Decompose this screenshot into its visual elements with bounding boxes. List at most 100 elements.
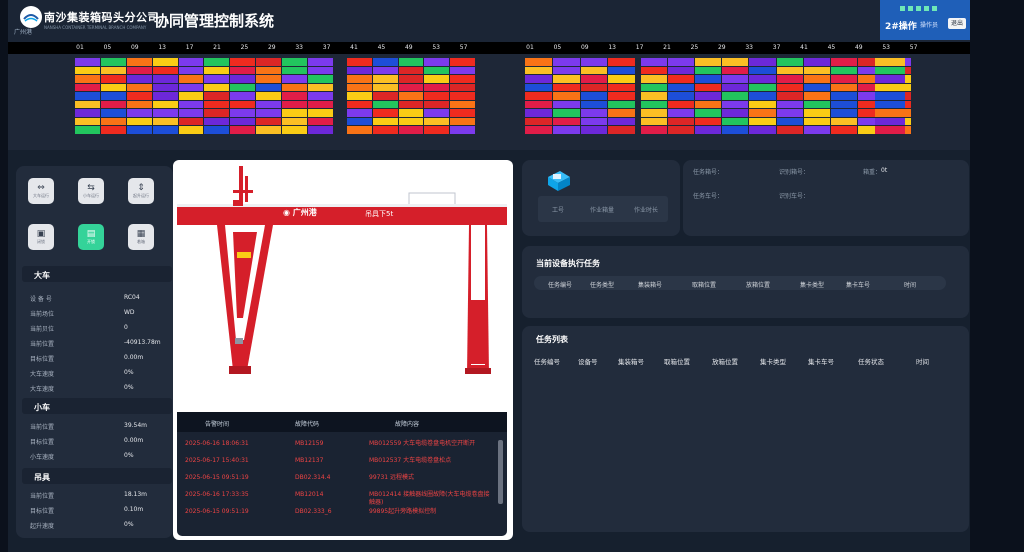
- yard-slot[interactable]: [372, 109, 398, 117]
- yard-slot[interactable]: [695, 117, 722, 126]
- yard-slot[interactable]: [347, 58, 372, 66]
- yard-slot[interactable]: [722, 75, 749, 83]
- yard-slot[interactable]: [178, 109, 204, 117]
- yard-slot[interactable]: [776, 109, 803, 117]
- yard-slot[interactable]: [641, 117, 668, 126]
- yard-slot[interactable]: [722, 92, 749, 100]
- logout-button[interactable]: 退出: [948, 18, 966, 29]
- yard-slot[interactable]: [204, 126, 230, 134]
- yard-slot[interactable]: [776, 126, 803, 134]
- yard-slot[interactable]: [875, 58, 905, 66]
- yard-slot[interactable]: [75, 83, 100, 92]
- yard-block-4[interactable]: [641, 58, 911, 134]
- yard-slot[interactable]: [749, 100, 776, 109]
- yard-slot[interactable]: [749, 66, 776, 75]
- yard-slot[interactable]: [256, 117, 282, 126]
- yard-slot[interactable]: [525, 109, 552, 117]
- yard-slot[interactable]: [126, 75, 152, 83]
- yard-slot[interactable]: [875, 92, 905, 100]
- yard-slot[interactable]: [372, 75, 398, 83]
- alarm-row[interactable]: 2025-06-15 09:51:19 DB02.314.4 99731 远程模式: [177, 474, 495, 490]
- yard-slot[interactable]: [308, 58, 333, 66]
- yard-slot[interactable]: [749, 126, 776, 134]
- yard-slot[interactable]: [424, 109, 450, 117]
- yard-slot[interactable]: [398, 126, 424, 134]
- yard-slot[interactable]: [668, 117, 695, 126]
- yard-slot[interactable]: [398, 75, 424, 83]
- yard-slot[interactable]: [204, 117, 230, 126]
- yard-slot[interactable]: [450, 58, 475, 66]
- yard-slot[interactable]: [695, 58, 722, 66]
- yard-slot[interactable]: [126, 83, 152, 92]
- yard-slot[interactable]: [875, 66, 905, 75]
- yard-slot[interactable]: [668, 58, 695, 66]
- yard-slot[interactable]: [776, 100, 803, 109]
- yard-slot[interactable]: [372, 83, 398, 92]
- yard-slot[interactable]: [830, 66, 857, 75]
- yard-slot[interactable]: [100, 100, 126, 109]
- yard-slot[interactable]: [580, 126, 608, 134]
- alarm-row[interactable]: 2025-06-17 15:40:31 MB12137 MB012537 大车电缆卷…: [177, 457, 495, 473]
- yard-slot[interactable]: [641, 83, 668, 92]
- yard-slot[interactable]: [552, 58, 580, 66]
- yard-slot[interactable]: [75, 92, 100, 100]
- yard-slot[interactable]: [230, 117, 256, 126]
- yard-slot[interactable]: [608, 109, 635, 117]
- yard-slot[interactable]: [152, 75, 178, 83]
- yard-slot[interactable]: [722, 66, 749, 75]
- yard-slot[interactable]: [552, 126, 580, 134]
- unlock-button[interactable]: ▤ 开锁: [78, 224, 104, 250]
- yard-slot[interactable]: [100, 66, 126, 75]
- yard-slot[interactable]: [126, 92, 152, 100]
- yard-slot[interactable]: [580, 100, 608, 109]
- yard-slot[interactable]: [424, 100, 450, 109]
- yard-slot[interactable]: [776, 75, 803, 83]
- yard-slot[interactable]: [256, 58, 282, 66]
- yard-slot[interactable]: [552, 100, 580, 109]
- yard-slot[interactable]: [230, 58, 256, 66]
- yard-slot[interactable]: [398, 83, 424, 92]
- yard-slot[interactable]: [424, 66, 450, 75]
- yard-slot[interactable]: [424, 92, 450, 100]
- yard-slot[interactable]: [749, 117, 776, 126]
- yard-slot[interactable]: [776, 83, 803, 92]
- yard-slot[interactable]: [282, 100, 308, 109]
- yard-slot[interactable]: [450, 126, 475, 134]
- alarm-row[interactable]: 2025-06-16 18:06:31 MB12159 MB012559 大车电缆卷…: [177, 440, 495, 456]
- yard-slot[interactable]: [580, 109, 608, 117]
- yard-slot[interactable]: [347, 117, 372, 126]
- yard-slot[interactable]: [230, 100, 256, 109]
- yard-slot[interactable]: [525, 58, 552, 66]
- yard-slot[interactable]: [100, 58, 126, 66]
- yard-slot[interactable]: [347, 83, 372, 92]
- yard-slot[interactable]: [282, 75, 308, 83]
- yard-slot[interactable]: [308, 75, 333, 83]
- yard-slot[interactable]: [126, 117, 152, 126]
- yard-slot[interactable]: [450, 100, 475, 109]
- yard-slot[interactable]: [178, 126, 204, 134]
- yard-slot[interactable]: [152, 126, 178, 134]
- yard-slot[interactable]: [580, 92, 608, 100]
- yard-slot[interactable]: [830, 75, 857, 83]
- yard-slot[interactable]: [204, 100, 230, 109]
- yard-slot[interactable]: [641, 100, 668, 109]
- yard-slot[interactable]: [668, 66, 695, 75]
- yard-slot[interactable]: [204, 75, 230, 83]
- yard-slot[interactable]: [372, 117, 398, 126]
- yard-slot[interactable]: [230, 109, 256, 117]
- alarm-scrollbar[interactable]: [498, 440, 503, 504]
- yard-slot[interactable]: [668, 83, 695, 92]
- yard-slot[interactable]: [641, 58, 668, 66]
- yard-slot[interactable]: [875, 83, 905, 92]
- yard-slot[interactable]: [641, 126, 668, 134]
- yard-slot[interactable]: [347, 75, 372, 83]
- landed-button[interactable]: ▦ 着箱: [128, 224, 154, 250]
- yard-slot[interactable]: [580, 83, 608, 92]
- yard-slot[interactable]: [695, 75, 722, 83]
- yard-slot[interactable]: [256, 126, 282, 134]
- yard-slot[interactable]: [372, 100, 398, 109]
- yard-slot[interactable]: [580, 117, 608, 126]
- yard-slot[interactable]: [230, 83, 256, 92]
- yard-slot[interactable]: [126, 66, 152, 75]
- yard-slot[interactable]: [608, 100, 635, 109]
